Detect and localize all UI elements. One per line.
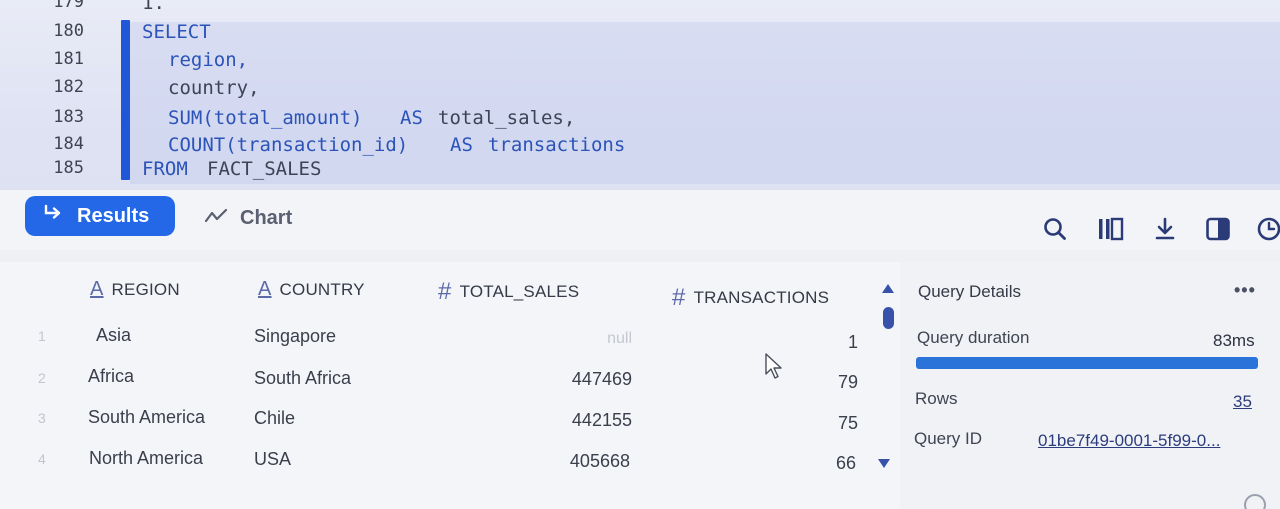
results-tab-label: Results xyxy=(77,204,150,227)
cell-transactions[interactable]: 1 xyxy=(820,332,858,353)
line-number: 185 xyxy=(53,158,84,178)
code-text: total_sales, xyxy=(438,107,576,129)
cell-country[interactable]: South Africa xyxy=(254,368,351,389)
results-toolbar: Results Chart xyxy=(0,190,1280,250)
code-line: 183 SUM(total_amount) AS total_sales, xyxy=(0,107,1280,135)
query-details-panel: Query Details ••• Query duration 83ms Ro… xyxy=(900,262,1280,509)
search-icon[interactable] xyxy=(1042,216,1068,242)
history-icon[interactable] xyxy=(1256,216,1280,242)
cell-transactions[interactable]: 66 xyxy=(808,453,856,474)
column-header-label: COUNTRY xyxy=(279,279,365,299)
cell-country[interactable]: USA xyxy=(254,449,291,470)
number-type-icon: # xyxy=(672,284,686,311)
query-duration-bar xyxy=(916,357,1258,369)
code-text: transactions xyxy=(488,134,626,156)
column-header-country[interactable]: A COUNTRY xyxy=(258,278,365,301)
query-id-label: Query ID xyxy=(914,429,983,448)
column-header-label: REGION xyxy=(111,279,180,299)
line-number: 181 xyxy=(53,49,84,69)
chart-tab-button[interactable]: Chart xyxy=(204,202,292,234)
query-duration-value: 83ms xyxy=(1213,331,1255,350)
column-header-label: TRANSACTIONS xyxy=(693,288,830,307)
help-icon[interactable] xyxy=(1244,494,1266,509)
columns-icon[interactable] xyxy=(1097,216,1124,242)
code-keyword: FROM xyxy=(142,158,188,180)
cell-transactions[interactable]: 79 xyxy=(810,372,858,393)
cell-transactions[interactable]: 75 xyxy=(810,413,858,434)
code-text: FACT_SALES xyxy=(207,158,322,180)
cell-total-sales[interactable]: 442155 xyxy=(540,410,632,431)
code-keyword: AS xyxy=(400,107,423,129)
line-number: 182 xyxy=(53,77,84,97)
number-type-icon: # xyxy=(438,278,452,305)
text-type-icon: A xyxy=(258,278,272,300)
column-header-transactions[interactable]: # TRANSACTIONS xyxy=(672,284,829,312)
code-text: country, xyxy=(168,77,260,99)
column-header-label: TOTAL_SALES xyxy=(459,282,580,301)
cell-country[interactable]: Singapore xyxy=(254,326,336,347)
code-keyword: SELECT xyxy=(142,21,211,43)
sql-editor[interactable]: 179 1. 180 SELECT 181 region, 182 countr… xyxy=(0,0,1280,190)
return-arrow-icon xyxy=(43,204,63,228)
download-icon[interactable] xyxy=(1152,216,1178,242)
rows-label: Rows xyxy=(915,389,958,408)
code-keyword: AS xyxy=(450,134,473,156)
code-function: SUM(total_amount) xyxy=(168,107,363,129)
code-line: 179 1. xyxy=(0,0,1280,20)
scroll-up-arrow-icon[interactable] xyxy=(882,284,894,293)
query-duration-label: Query duration xyxy=(917,328,1030,347)
line-number: 184 xyxy=(53,134,84,154)
results-tab-button[interactable]: Results xyxy=(25,196,175,236)
cell-total-sales[interactable]: null xyxy=(560,330,632,348)
query-id-link[interactable]: 01be7f49-0001-5f99-0... xyxy=(1038,431,1220,451)
vertical-scrollbar-thumb[interactable] xyxy=(883,307,894,329)
scroll-down-arrow-icon[interactable] xyxy=(878,459,890,468)
column-header-total-sales[interactable]: # TOTAL_SALES xyxy=(438,278,579,306)
cell-region[interactable]: Africa xyxy=(88,366,134,387)
cell-region[interactable]: Asia xyxy=(96,325,131,346)
cell-region[interactable]: North America xyxy=(89,448,203,469)
code-text: 1. xyxy=(142,0,165,14)
cell-total-sales[interactable]: 405668 xyxy=(540,451,630,472)
code-line: 181 region, xyxy=(0,49,1280,77)
more-options-icon[interactable]: ••• xyxy=(1234,280,1256,301)
line-number: 180 xyxy=(53,21,84,41)
row-number: 2 xyxy=(38,370,46,386)
rows-count-link[interactable]: 35 xyxy=(1233,392,1252,412)
code-function: COUNT(transaction_id) xyxy=(168,134,409,156)
code-text: region, xyxy=(168,49,249,71)
query-details-title: Query Details xyxy=(918,282,1021,301)
cell-region[interactable]: South America xyxy=(88,407,205,428)
row-number: 1 xyxy=(38,328,46,344)
split-view-icon[interactable] xyxy=(1205,216,1231,242)
chart-tab-label: Chart xyxy=(240,206,293,229)
code-line: 185 FROM FACT_SALES xyxy=(0,158,1280,186)
line-chart-icon xyxy=(204,207,228,230)
column-header-region[interactable]: A REGION xyxy=(90,278,180,301)
line-number: 183 xyxy=(53,107,84,127)
line-number: 179 xyxy=(53,0,84,12)
cell-total-sales[interactable]: 447469 xyxy=(540,369,632,390)
results-table: A REGION A COUNTRY # TOTAL_SALES # TRANS… xyxy=(0,262,900,509)
text-type-icon: A xyxy=(90,278,104,300)
code-line: 180 SELECT xyxy=(0,21,1280,49)
row-number: 4 xyxy=(38,451,46,467)
code-line: 182 country, xyxy=(0,77,1280,105)
mouse-pointer-icon xyxy=(764,352,784,385)
row-number: 3 xyxy=(38,410,46,426)
cell-country[interactable]: Chile xyxy=(254,408,295,429)
